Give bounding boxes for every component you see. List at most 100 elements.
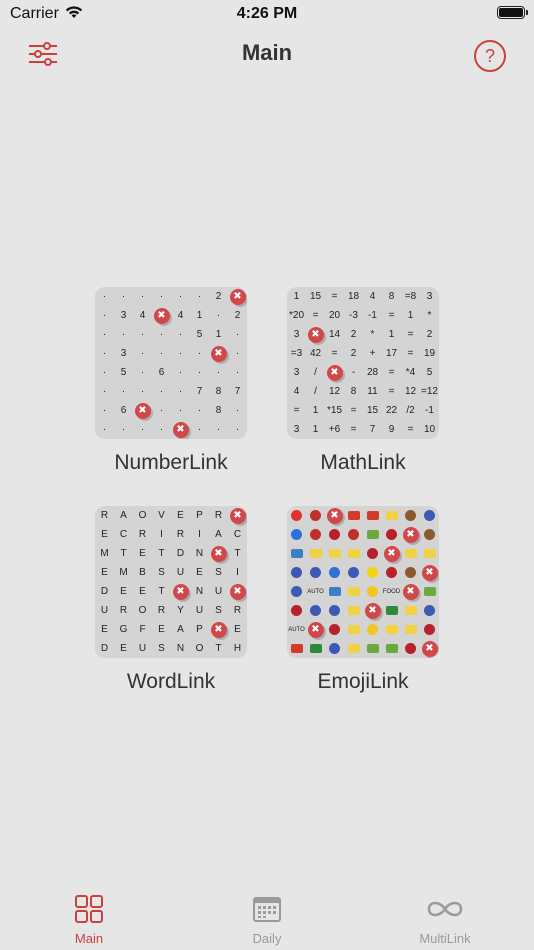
grid-cell: A — [120, 510, 127, 521]
grid-cell: E — [177, 510, 184, 521]
game-mathlink[interactable]: 1 15 = 18 4 8 =8 3 *20 = 20 -3 -1 = 1 * 3 ✖ 14 2 * 1 = 2 =3 42 = 2 +… — [287, 287, 439, 475]
grid-cell: *20 — [288, 310, 304, 321]
bus-icon — [325, 582, 344, 601]
cherry-icon — [325, 525, 344, 544]
blocked-cell: ✖ — [306, 325, 325, 344]
grid-cell: S — [158, 643, 165, 654]
grid-cell: 4 — [293, 386, 300, 397]
x-mark-icon: ✖ — [307, 326, 324, 343]
x-mark-icon: ✖ — [210, 345, 227, 362]
tab-main[interactable]: Main — [39, 894, 139, 946]
grid-cell: · — [102, 424, 107, 435]
grid-cell: 4 — [369, 291, 376, 302]
ladybug-icon — [306, 506, 325, 525]
grid-cell: · — [102, 329, 107, 340]
banana-icon — [344, 544, 363, 563]
puzzle-grid: 1 15 = 18 4 8 =8 3 *20 = 20 -3 -1 = 1 * 3 ✖ 14 2 * 1 = 2 =3 42 = 2 +… — [287, 287, 439, 439]
help-button[interactable]: ? — [474, 40, 506, 72]
game-label: NumberLink — [114, 451, 228, 474]
grid-cell: E — [234, 624, 241, 635]
grid-cell: N — [176, 643, 185, 654]
grid-cell: = — [407, 329, 414, 340]
grid-cell: 42 — [309, 348, 322, 359]
grid-cell: E — [139, 548, 146, 559]
grid-cell: *15 — [326, 405, 342, 416]
blueberry-icon — [306, 563, 325, 582]
blue-circle-icon — [287, 525, 306, 544]
game-emojilink[interactable]: ✖ ✖ ✖ ✖ AUTO FOOD ✖ ✖ AUTO ✖ ✖ EmojiLink — [287, 506, 439, 694]
tab-label: MultiLink — [419, 931, 471, 946]
banana-icon — [344, 639, 363, 658]
grid-cell: 12 — [328, 386, 341, 397]
game-wordlink[interactable]: R A O V E P R ✖ E C R I R I A C M T E T D N ✖ T E M B S U E S I D E E T ✖ N U ✖… — [95, 506, 247, 694]
grid-cell: -3 — [349, 310, 358, 321]
grid-cell: 7 — [234, 386, 241, 397]
cherry-icon — [287, 601, 306, 620]
grid-cell: 4 — [139, 310, 146, 321]
x-mark-icon: ✖ — [210, 545, 227, 562]
x-mark-icon: ✖ — [421, 640, 438, 657]
grid-cell: 20 — [328, 310, 341, 321]
blocked-cell: ✖ — [228, 582, 247, 601]
truck-icon — [382, 601, 401, 620]
puzzle-grid: R A O V E P R ✖ E C R I R I A C M T E T D N ✖ T E M B S U E S I D E E T ✖ N U ✖… — [95, 506, 247, 658]
grid-cell: · — [216, 424, 221, 435]
blocked-cell: ✖ — [401, 582, 420, 601]
leaf-icon — [420, 582, 439, 601]
red-circle-icon — [287, 506, 306, 525]
grid-cell: · — [216, 367, 221, 378]
grid-cell: = — [293, 405, 300, 416]
game-label: EmojiLink — [317, 670, 409, 693]
car-icon — [363, 506, 382, 525]
tab-label: Main — [74, 931, 104, 946]
tab-daily[interactable]: Daily — [217, 894, 317, 946]
grid-cell: D — [100, 643, 109, 654]
grid-cell: 4 — [177, 310, 184, 321]
grid-cell: · — [197, 424, 202, 435]
blocked-cell: ✖ — [209, 344, 228, 363]
blueberry-icon — [420, 506, 439, 525]
grid-cell: A — [177, 624, 184, 635]
grid-cell: · — [159, 424, 164, 435]
emojilink-thumbnail: ✖ ✖ ✖ ✖ AUTO FOOD ✖ ✖ AUTO ✖ ✖ — [287, 506, 439, 658]
grid-cell: 1 — [407, 310, 414, 321]
grid-cell: · — [102, 367, 107, 378]
x-mark-icon: ✖ — [153, 307, 170, 324]
grid-cell: 3 — [426, 291, 433, 302]
grid-cell: 1 — [215, 329, 222, 340]
grid-cell: · — [121, 291, 126, 302]
grid-cell: · — [121, 329, 126, 340]
tab-multilink[interactable]: MultiLink — [395, 894, 495, 946]
grid-cell: = — [331, 291, 338, 302]
grid-cell: · — [102, 348, 107, 359]
banana-icon — [306, 544, 325, 563]
calendar-icon — [253, 897, 281, 922]
grid-cell: 15 — [366, 405, 379, 416]
grid-cell: =8 — [404, 291, 417, 302]
cherry-icon — [325, 620, 344, 639]
grid-cell: R — [176, 529, 185, 540]
grid-cell: 10 — [423, 424, 436, 435]
blocked-cell: ✖ — [420, 563, 439, 582]
blocked-cell: ✖ — [363, 601, 382, 620]
grid-cell: /2 — [406, 405, 415, 416]
grid-cell: T — [215, 643, 222, 654]
grid-cell: 11 — [367, 386, 378, 397]
grid-cell: E — [120, 586, 127, 597]
grid-cell: 2 — [350, 348, 357, 359]
grid-cell: S — [215, 605, 222, 616]
clock: 4:26 PM — [236, 5, 298, 22]
grid-cell: = — [350, 405, 357, 416]
cherry-icon — [420, 620, 439, 639]
grid-cell: 3 — [293, 329, 300, 340]
infinity-icon — [427, 901, 463, 917]
blocked-cell: ✖ — [325, 363, 344, 382]
game-numberlink[interactable]: · · · · · · 2 ✖ · 3 4 ✖ 4 1 · 2 · · · · · 5 1 · · 3 · · · · ✖ · · 5 · 6 · · · ·… — [95, 287, 247, 475]
grid-cell: 8 — [215, 386, 222, 397]
banana-icon — [325, 544, 344, 563]
grid-cell: 3 — [120, 310, 127, 321]
grid-cell: / — [314, 386, 317, 397]
grid-cell: · — [140, 424, 145, 435]
grid-cell: · — [197, 348, 202, 359]
x-mark-icon: ✖ — [383, 545, 400, 562]
